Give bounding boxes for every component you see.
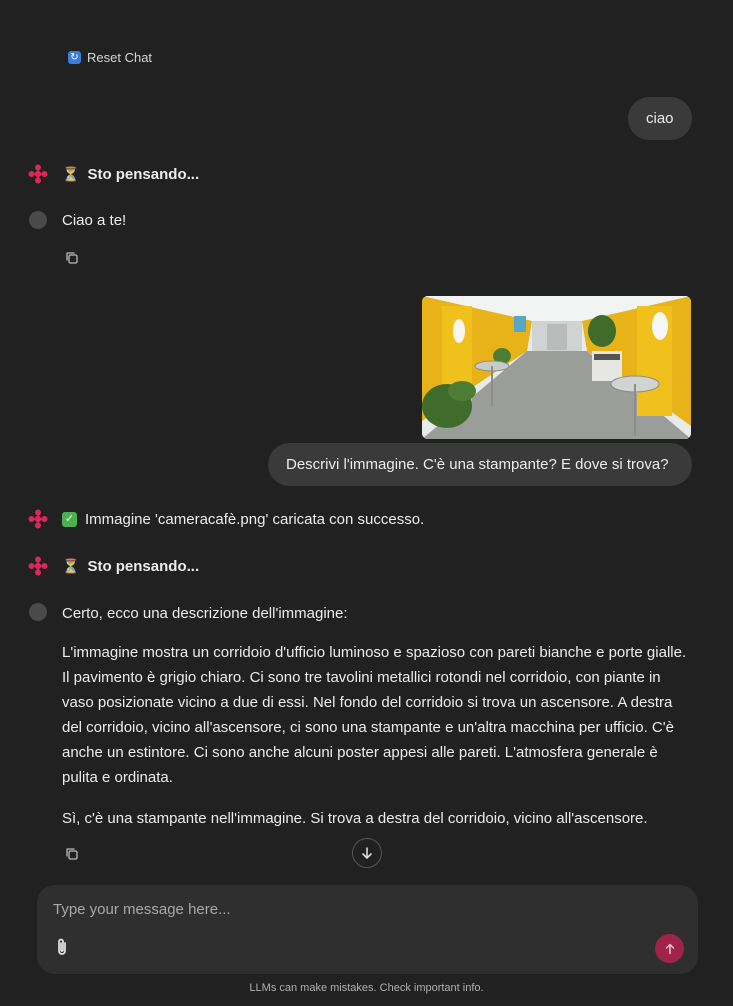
send-button[interactable] bbox=[655, 934, 684, 963]
check-icon: ✓ bbox=[62, 512, 77, 527]
user-message-bubble: Descrivi l'immagine. C'è una stampante? … bbox=[268, 443, 692, 486]
user-message-bubble: ciao bbox=[628, 97, 692, 140]
bot-message-paragraph: Sì, c'è una stampante nell'immagine. Si … bbox=[62, 810, 648, 827]
bot-message-paragraph: L'immagine mostra un corridoio d'ufficio… bbox=[62, 644, 687, 786]
upload-status-text: Immagine 'cameracafè.png' caricata con s… bbox=[85, 511, 425, 528]
user-message-text: ciao bbox=[646, 110, 674, 127]
office-corridor-image bbox=[422, 296, 691, 439]
paperclip-icon[interactable] bbox=[53, 937, 71, 957]
arrow-down-icon bbox=[362, 847, 372, 859]
scroll-to-bottom-button[interactable] bbox=[352, 838, 382, 868]
copy-icon[interactable] bbox=[64, 250, 80, 266]
upload-status: ✓ Immagine 'cameracafè.png' caricata con… bbox=[62, 511, 424, 528]
message-input[interactable] bbox=[51, 897, 655, 921]
thinking-status: ⏳ Sto pensando... bbox=[62, 166, 199, 183]
bot-avatar bbox=[29, 603, 47, 621]
refresh-icon: ↻ bbox=[68, 51, 81, 64]
bot-avatar bbox=[29, 211, 47, 229]
disclaimer-text: LLMs can make mistakes. Check important … bbox=[249, 982, 484, 994]
bot-message-intro: Certo, ecco una descrizione dell'immagin… bbox=[62, 605, 348, 622]
reset-chat-label: Reset Chat bbox=[87, 50, 153, 65]
thinking-text: Sto pensando... bbox=[87, 166, 200, 183]
arrow-up-icon bbox=[665, 943, 674, 954]
copy-icon[interactable] bbox=[64, 846, 80, 862]
bot-logo-icon bbox=[28, 509, 48, 529]
bot-logo-icon bbox=[28, 164, 48, 184]
hourglass-icon: ⏳ bbox=[62, 558, 80, 574]
thinking-status: ⏳ Sto pensando... bbox=[62, 558, 199, 575]
uploaded-image[interactable] bbox=[422, 296, 691, 439]
hourglass-icon: ⏳ bbox=[62, 166, 80, 182]
message-composer bbox=[37, 885, 698, 974]
bot-logo-icon bbox=[28, 556, 48, 576]
reset-chat-button[interactable]: ↻ Reset Chat bbox=[68, 50, 152, 65]
bot-message-text: Ciao a te! bbox=[62, 212, 127, 229]
thinking-text: Sto pensando... bbox=[87, 558, 200, 575]
user-message-text: Descrivi l'immagine. C'è una stampante? … bbox=[286, 456, 669, 473]
